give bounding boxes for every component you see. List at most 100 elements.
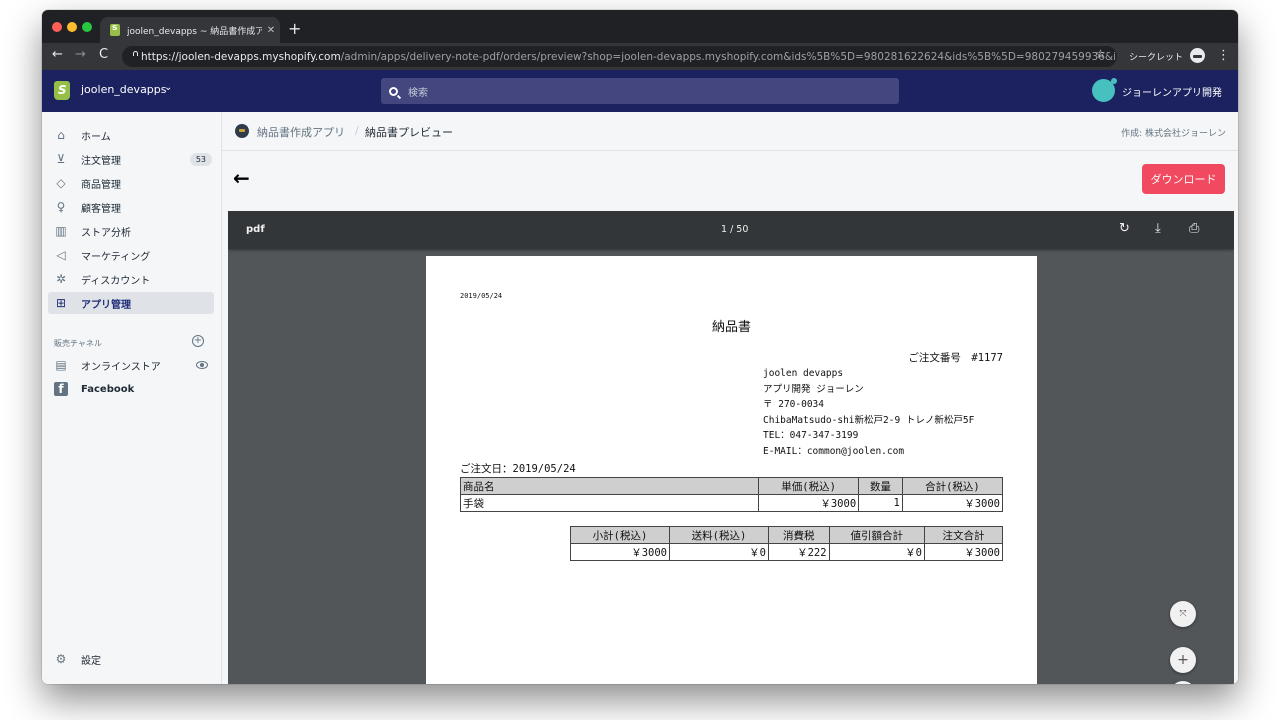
close-window-button[interactable]: [52, 22, 62, 32]
eye-icon[interactable]: [196, 361, 208, 369]
fit-to-page-icon[interactable]: ⤧: [1170, 601, 1196, 627]
maximize-window-button[interactable]: [82, 22, 92, 32]
page-indicator: 1 / 50: [721, 224, 749, 235]
sidebar: ⌂ ホーム ⊻ 注文管理 53 ◇ 商品管理 ♀ 顧客管理 ▥ ストア分析 ◁ …: [42, 112, 222, 684]
page-title: 納品書プレビュー: [365, 126, 453, 139]
tab-title: joolen_devapps ~ 納品書作成アプ: [127, 26, 262, 37]
address-line: ChibaMatsudo-shi新松戸2-9 トレノ新松戸5F: [763, 414, 975, 426]
url-path: /admin/apps/delivery-note-pdf/orders/pre…: [340, 50, 1117, 63]
search-placeholder: 検索: [408, 87, 428, 99]
incognito-icon[interactable]: [1190, 48, 1205, 63]
sidebar-item-marketing[interactable]: ◁ マーケティング: [48, 244, 214, 266]
address-line: joolen devapps: [763, 368, 844, 379]
document-title: 納品書: [426, 316, 1037, 335]
sidebar-item-facebook[interactable]: f Facebook: [48, 378, 214, 400]
sidebar-item-products[interactable]: ◇ 商品管理: [48, 172, 214, 194]
chevron-down-icon[interactable]: ⌄: [164, 82, 172, 93]
table-header-row: 小計(税込) 送料(税込) 消費税 値引額合計 注文合計: [570, 526, 1004, 544]
address-bar[interactable]: https://joolen-devapps.myshopify.com /ad…: [122, 46, 1117, 67]
column-header: 数量: [858, 477, 903, 495]
forward-button[interactable]: →: [75, 47, 86, 62]
item-name: 手袋: [460, 494, 759, 512]
sidebar-item-orders[interactable]: ⊻ 注文管理 53: [48, 148, 214, 170]
sidebar-item-label: 注文管理: [81, 155, 121, 167]
order-date: ご注文日：2019/05/24: [460, 463, 576, 475]
download-icon[interactable]: ⤓: [1155, 221, 1161, 236]
close-tab-icon[interactable]: ✕: [262, 25, 280, 36]
rotate-icon[interactable]: ↻: [1119, 221, 1130, 236]
column-header: 商品名: [460, 477, 759, 495]
table-row: ￥3000 ￥0 ￥222 ￥0 ￥3000: [570, 543, 1004, 561]
shopify-logo-icon[interactable]: [54, 81, 70, 100]
column-header: 値引額合計: [828, 526, 925, 544]
reload-button[interactable]: C: [99, 47, 108, 62]
sidebar-item-apps[interactable]: ⊞ アプリ管理: [48, 292, 214, 314]
sidebar-item-online-store[interactable]: ▤ オンラインストア: [48, 354, 214, 376]
breadcrumb-app-link[interactable]: 納品書作成アプリ: [257, 124, 345, 140]
table-row: 手袋 ￥3000 1 ￥3000: [460, 494, 1004, 512]
sidebar-item-discounts[interactable]: ✲ ディスカウント: [48, 268, 214, 290]
store-icon: ▤: [55, 358, 67, 372]
zoom-out-icon[interactable]: −: [1170, 681, 1196, 684]
column-header: 注文合計: [923, 526, 1004, 544]
item-quantity: 1: [858, 494, 903, 512]
app-author: 作成: 株式会社ジョーレン: [1121, 129, 1226, 139]
tab-strip: joolen_devapps ~ 納品書作成アプ ✕ +: [42, 10, 1238, 43]
document-title-text: 納品書: [711, 320, 751, 335]
discount-icon: ✲: [55, 272, 67, 286]
zoom-in-icon[interactable]: +: [1170, 647, 1196, 673]
browser-menu-icon[interactable]: ⋮: [1217, 48, 1230, 63]
pdf-viewer: pdf 1 / 50 ↻ ⤓ ⎙ 2019/05/24 納品書 ご注文番号 #1…: [228, 211, 1234, 684]
table-header-row: 商品名 単価(税込) 数量 合計(税込): [460, 477, 1004, 495]
sidebar-item-customers[interactable]: ♀ 顧客管理: [48, 196, 214, 218]
sidebar-item-label: マーケティング: [81, 251, 151, 263]
add-channel-icon[interactable]: +: [192, 335, 204, 347]
orders-icon: ⊻: [56, 152, 66, 166]
minimize-window-button[interactable]: [67, 22, 77, 32]
document-date: 2019/05/24: [460, 292, 503, 300]
new-tab-button[interactable]: +: [288, 19, 301, 38]
user-menu[interactable]: ジョーレンアプリ開発: [1122, 84, 1222, 99]
sidebar-item-label: ストア分析: [81, 227, 131, 239]
pdf-file-name: pdf: [246, 224, 265, 235]
browser-toolbar: ← → C https://joolen-devapps.myshopify.c…: [42, 43, 1238, 70]
main-content: 納品書作成アプリ / 納品書プレビュー 作成: 株式会社ジョーレン ← ダウンロ…: [222, 112, 1238, 684]
apps-icon: ⊞: [55, 296, 67, 310]
address-line: 〒 270-0034: [763, 399, 824, 411]
address-line: TEL：047-347-3199: [763, 430, 859, 442]
orders-count-badge: 53: [189, 152, 212, 166]
avatar[interactable]: [1092, 78, 1117, 102]
shopify-favicon-icon: [110, 23, 120, 36]
sidebar-item-label: ディスカウント: [81, 275, 151, 287]
search-input[interactable]: 検索: [381, 78, 899, 104]
tax-value: ￥222: [768, 543, 830, 561]
order-total-value: ￥3000: [923, 543, 1004, 561]
item-unit-price: ￥3000: [757, 494, 860, 512]
items-table: 商品名 単価(税込) 数量 合計(税込) 手袋 ￥3000 1 ￥3000: [460, 477, 1004, 512]
back-button[interactable]: ←: [52, 47, 63, 62]
print-icon[interactable]: ⎙: [1189, 221, 1199, 236]
tag-icon: ◇: [56, 176, 66, 190]
search-icon: [389, 86, 398, 96]
sidebar-item-label: Facebook: [81, 383, 135, 395]
sidebar-item-analytics[interactable]: ▥ ストア分析: [48, 220, 214, 242]
url-host: https://joolen-devapps.myshopify.com: [141, 50, 341, 63]
sidebar-item-label: オンラインストア: [81, 361, 161, 373]
back-arrow-icon[interactable]: ←: [233, 166, 250, 190]
facebook-icon: f: [54, 382, 68, 396]
store-switcher[interactable]: joolen_devapps: [81, 83, 167, 96]
browser-window: joolen_devapps ~ 納品書作成アプ ✕ + ← → C https…: [42, 10, 1238, 684]
bookmark-star-icon[interactable]: ☆: [1095, 47, 1106, 61]
sidebar-item-home[interactable]: ⌂ ホーム: [48, 124, 214, 146]
sidebar-item-label: 商品管理: [81, 179, 121, 191]
totals-table: 小計(税込) 送料(税込) 消費税 値引額合計 注文合計 ￥3000 ￥0 ￥2…: [570, 526, 1004, 561]
discount-value: ￥0: [828, 543, 925, 561]
breadcrumb-separator: /: [355, 124, 359, 137]
address-line: アプリ開発 ジョーレン: [763, 383, 864, 395]
sidebar-item-settings[interactable]: ⚙ 設定: [48, 648, 214, 670]
breadcrumb: 納品書作成アプリ / 納品書プレビュー 作成: 株式会社ジョーレン: [222, 112, 1238, 151]
sender-address: joolen devapps アプリ開発 ジョーレン 〒 270-0034 Ch…: [763, 366, 974, 460]
download-button[interactable]: ダウンロード: [1142, 164, 1225, 194]
browser-tab[interactable]: joolen_devapps ~ 納品書作成アプ ✕: [100, 17, 280, 43]
column-header: 小計(税込): [570, 526, 670, 544]
